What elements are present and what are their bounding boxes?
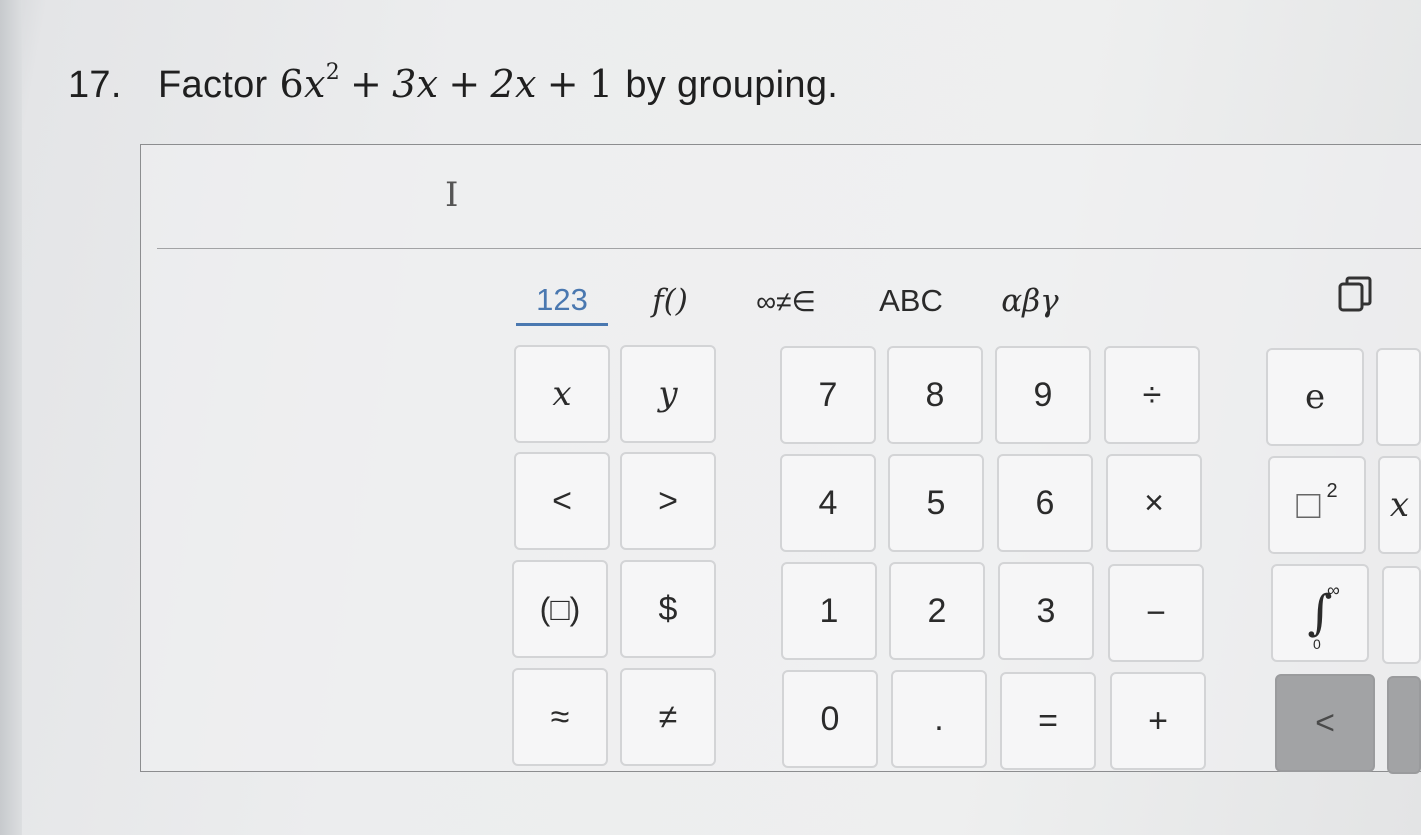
question: 17. Factor 6x2 +3x +2x +1 by grouping.: [68, 60, 839, 107]
key-6[interactable]: 6: [997, 454, 1093, 552]
question-number: 17.: [68, 64, 122, 106]
key-1[interactable]: 1: [781, 562, 877, 660]
key-y[interactable]: y: [620, 345, 716, 443]
key-multiply[interactable]: ×: [1106, 454, 1202, 552]
key-parentheses[interactable]: (□): [512, 560, 608, 658]
key-partial-row3[interactable]: [1382, 566, 1421, 664]
key-approx[interactable]: ≈: [512, 668, 608, 766]
question-prefix: Factor: [158, 64, 268, 106]
key-partial-row2[interactable]: x: [1378, 456, 1421, 554]
key-9[interactable]: 9: [995, 346, 1091, 444]
key-4[interactable]: 4: [780, 454, 876, 552]
answer-input[interactable]: I: [157, 145, 1421, 249]
key-integral[interactable]: ∫ ∞ 0: [1271, 564, 1369, 662]
key-partial-row1[interactable]: [1376, 348, 1421, 446]
question-suffix: by grouping.: [625, 64, 839, 106]
key-e[interactable]: e: [1266, 348, 1364, 446]
key-minus[interactable]: −: [1108, 564, 1204, 662]
tab-123[interactable]: 123: [516, 276, 608, 326]
key-0[interactable]: 0: [782, 670, 878, 768]
key-equals[interactable]: =: [1000, 672, 1096, 770]
key-8[interactable]: 8: [887, 346, 983, 444]
tab-abc[interactable]: ABC: [876, 276, 946, 326]
key-x[interactable]: x: [514, 345, 610, 443]
question-expression: 6x2 +3x +2x +1: [279, 60, 614, 106]
key-3[interactable]: 3: [998, 562, 1094, 660]
paper-edge: [0, 0, 22, 835]
tab-greek[interactable]: αβγ: [998, 276, 1062, 326]
text-cursor-icon: I: [445, 175, 459, 215]
key-plus[interactable]: +: [1110, 672, 1206, 770]
key-cursor-left[interactable]: <: [1275, 674, 1375, 772]
key-divide[interactable]: ÷: [1104, 346, 1200, 444]
key-less-than[interactable]: <: [514, 452, 610, 550]
key-partial-row4[interactable]: [1387, 676, 1421, 774]
key-square[interactable]: □ 2: [1268, 456, 1366, 554]
key-greater-than[interactable]: >: [620, 452, 716, 550]
copy-icon[interactable]: [1336, 274, 1376, 314]
key-7[interactable]: 7: [780, 346, 876, 444]
key-decimal[interactable]: .: [891, 670, 987, 768]
key-5[interactable]: 5: [888, 454, 984, 552]
tab-functions[interactable]: f(): [640, 276, 700, 326]
tab-symbols[interactable]: ∞≠∈: [746, 276, 826, 326]
key-dollar[interactable]: $: [620, 560, 716, 658]
key-2[interactable]: 2: [889, 562, 985, 660]
key-not-equal[interactable]: ≠: [620, 668, 716, 766]
